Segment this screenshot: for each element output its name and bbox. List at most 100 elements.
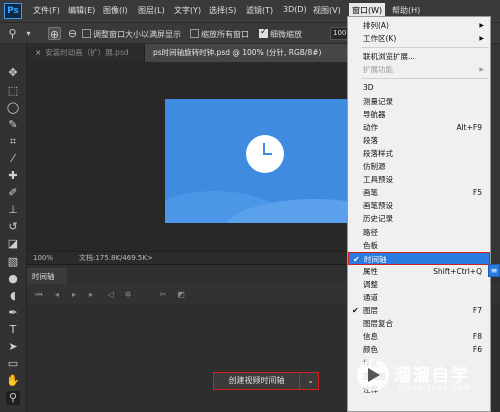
close-icon[interactable]: × [35,48,41,57]
window-menu-item[interactable]: 颜色 F6 [348,343,490,356]
window-menu-item[interactable]: 画笔预设 [348,199,490,212]
tab-timeline[interactable]: 时间轴 [27,268,67,285]
photoshop-logo: Ps [4,3,22,19]
audio-icon[interactable]: ◁ [105,288,117,301]
menu-layer[interactable]: 图层(L) [138,5,165,16]
next-frame-icon[interactable]: ▸ [85,288,97,301]
menu-panel-icon[interactable]: ≡ [488,264,500,277]
marquee-tool-icon[interactable]: ⬚ [6,84,20,98]
tab-install-animation[interactable]: × 安装时动画（扩）展.psd [27,44,145,62]
lasso-tool-icon[interactable]: ◯ [6,101,20,115]
chevron-down-icon[interactable]: ⌄ [307,373,314,389]
zoom-all-checkbox[interactable] [190,29,199,38]
create-video-timeline-button[interactable]: 创建视频时间轴 ⌄ [213,372,319,390]
scrubby-zoom-checkbox[interactable] [259,27,268,38]
document-tabs: × 安装时动画（扩）展.psd ps时间轴旋转时钟.psd @ 100% (分针,… [27,44,350,62]
submenu-arrow-icon: ▶ [479,66,484,74]
chevron-down-icon[interactable]: ▾ [22,27,35,40]
window-menu-item[interactable]: 信息 F8 [348,330,490,343]
window-menu-item[interactable]: 工作区(K) ▶ [348,32,490,45]
create-button-label[interactable]: 创建视频时间轴 [214,373,300,389]
play-logo-icon [357,359,389,391]
tab-label: ps时间轴旋转时钟.psd @ 100% (分针, RGB/8#) [153,48,322,57]
type-tool-icon[interactable]: T [6,323,20,337]
split-icon[interactable]: ✂ [157,288,169,301]
menu-edit[interactable]: 编辑(E) [68,5,95,16]
zoom-out-icon[interactable]: ⊖ [66,27,79,40]
menu-item-label: 导航器 [363,109,386,119]
eraser-tool-icon[interactable]: ◪ [6,237,20,251]
menu-item-shortcut: F5 [472,188,482,198]
menu-view[interactable]: 视图(V) [313,5,341,16]
window-menu-item[interactable]: 动作 Alt+F9 [348,121,490,134]
tab-label: 安装时动画（扩）展.psd [45,48,129,57]
window-menu-item[interactable]: 段落 [348,134,490,147]
menu-help[interactable]: 帮助(H) [392,5,420,16]
resize-windows-checkbox[interactable] [82,29,91,38]
hand-tool-icon[interactable]: ✋ [6,374,20,388]
settings-gear-icon[interactable]: ✲ [122,288,134,301]
window-menu-item[interactable]: 3D [348,81,490,94]
zoom-level[interactable]: 100% [33,252,53,264]
window-menu-item[interactable]: 排列(A) ▶ [348,19,490,32]
artboard[interactable] [165,99,353,223]
window-menu-item[interactable]: 历史记录 [348,212,490,225]
healing-tool-icon[interactable]: ✚ [6,169,20,183]
menu-item-label: 工作区(K) [363,34,397,44]
window-menu-item[interactable]: 路径 [348,226,490,239]
window-menu-item[interactable]: 画笔 F5 [348,186,490,199]
window-menu-item[interactable]: 属性 Shift+Ctrl+Q [348,265,490,278]
window-menu-item[interactable]: 联机浏览扩展... [348,50,490,63]
eyedropper-tool-icon[interactable]: ⁄ [6,152,20,166]
brush-tool-icon[interactable]: ✐ [6,186,20,200]
dodge-tool-icon[interactable]: ◖ [6,289,20,303]
window-menu-item[interactable]: ✔ 时间轴 [348,251,490,265]
first-frame-icon[interactable]: ⏮ [33,288,45,301]
menu-file[interactable]: 文件(F) [33,5,60,16]
scrubby-zoom-label: 细微缩放 [270,30,302,39]
window-menu-item[interactable]: 仿制源 [348,160,490,173]
move-tool-icon[interactable]: ✥ [6,66,20,80]
window-menu-item[interactable]: 测量记录 [348,95,490,108]
prev-frame-icon[interactable]: ◂ [51,288,63,301]
zoom-tool-icon: ⚲ [8,27,17,40]
play-icon[interactable]: ▸ [68,288,80,301]
window-menu-item[interactable]: 工具预设 [348,173,490,186]
menu-item-label: 路径 [363,227,378,237]
menu-filter[interactable]: 滤镜(T) [246,5,273,16]
menu-3d[interactable]: 3D(D) [283,5,307,14]
checkmark-icon: ✔ [352,306,359,316]
zoom-tool-icon[interactable]: ⚲ [6,391,20,405]
window-menu-item[interactable]: 色板 [348,239,490,252]
menu-item-label: 通道 [363,293,378,302]
blur-tool-icon[interactable]: ● [6,272,20,286]
gradient-tool-icon[interactable]: ▧ [6,255,20,269]
stamp-tool-icon[interactable]: ⊥ [6,203,20,217]
shape-tool-icon[interactable]: ▭ [6,357,20,371]
window-menu-item[interactable]: 导航器 [348,108,490,121]
tab-clock-timeline[interactable]: ps时间轴旋转时钟.psd @ 100% (分针, RGB/8#) [145,44,350,62]
checkmark-icon: ✔ [353,254,360,264]
chevron-right-icon[interactable]: > [147,252,153,264]
quick-select-tool-icon[interactable]: ✎ [6,118,20,132]
menu-item-shortcut: F8 [472,332,482,342]
pen-tool-icon[interactable]: ✒ [6,306,20,320]
watermark: 溜溜自学 ZIXUE.3066.COM [357,357,487,397]
path-select-icon[interactable]: ➤ [6,340,20,354]
transition-icon[interactable]: ◩ [175,288,187,301]
watermark-name: 溜溜自学 [394,366,470,386]
menu-image[interactable]: 图像(I) [103,5,128,16]
window-menu-item[interactable]: 图层复合 [348,317,490,330]
window-menu-item[interactable]: 段落样式 [348,147,490,160]
window-menu-item[interactable]: 通道 [348,291,490,304]
menu-select[interactable]: 选择(S) [209,5,236,16]
window-menu-item[interactable]: 调整 [348,278,490,291]
menu-type[interactable]: 文字(Y) [174,5,201,16]
crop-tool-icon[interactable]: ⌗ [6,135,20,149]
history-brush-icon[interactable]: ↺ [6,220,20,234]
zoom-in-icon[interactable]: ⊕ [48,27,61,41]
window-menu-item[interactable]: ✔ 图层 F7 [348,304,490,317]
menu-item-label: 时间轴 [364,254,387,264]
canvas-area[interactable] [27,62,353,251]
menu-item-label: 色板 [363,240,378,250]
